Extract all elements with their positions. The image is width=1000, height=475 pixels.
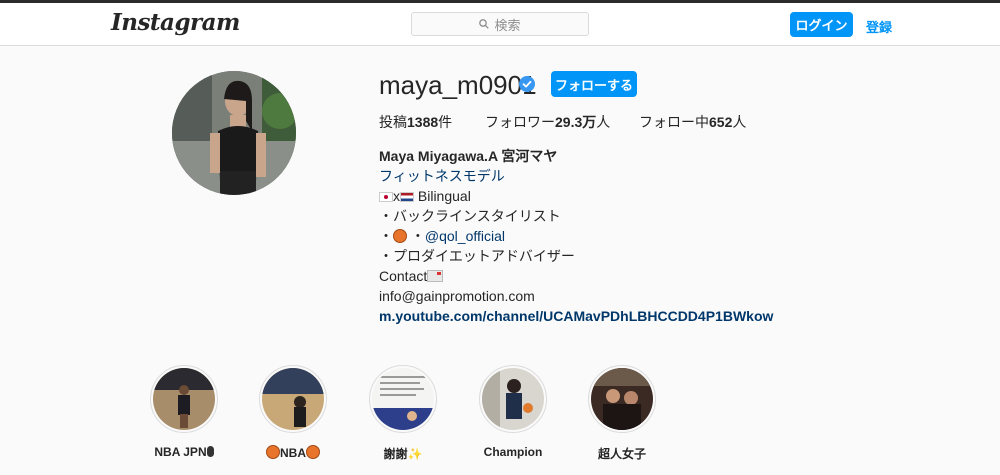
basketball-icon bbox=[266, 445, 280, 459]
signup-link[interactable]: 登録 bbox=[866, 17, 892, 36]
highlight-label: 謝謝✨ bbox=[383, 447, 423, 461]
mention-link[interactable]: @qol_official bbox=[425, 228, 505, 244]
highlight-nba-jpn[interactable]: NBA JPN bbox=[150, 365, 218, 459]
profile-avatar[interactable] bbox=[172, 71, 296, 195]
posts-count: 投稿1388件 bbox=[379, 114, 453, 130]
follow-button[interactable]: フォローする bbox=[551, 71, 637, 97]
profile-external-link[interactable]: m.youtube.com/channel/UCAMavPDhLBHCCDD4P… bbox=[379, 306, 773, 326]
profile-full-name: Maya Miyagawa.A 宮河マヤ bbox=[379, 148, 558, 164]
bio-email: info@gainpromotion.com bbox=[379, 288, 535, 304]
netherlands-flag-icon bbox=[400, 192, 414, 202]
verified-badge-icon bbox=[519, 76, 535, 92]
basketball-icon bbox=[306, 445, 320, 459]
highlight-superhuman[interactable]: 超人女子 bbox=[588, 365, 656, 461]
highlight-thumbnail bbox=[153, 368, 215, 430]
following-count[interactable]: フォロー中652人 bbox=[639, 112, 746, 132]
avatar-photo bbox=[172, 71, 296, 195]
highlight-label: Champion bbox=[483, 445, 543, 459]
bio-line-bilingual: x Bilingual bbox=[379, 186, 773, 206]
highlight-label: 超人女子 bbox=[597, 447, 646, 461]
microphone-icon bbox=[206, 446, 214, 457]
bio-line-stylist: ・バックラインスタイリスト bbox=[379, 208, 561, 224]
login-button[interactable]: ログイン bbox=[790, 12, 853, 37]
highlight-champion[interactable]: Champion bbox=[479, 365, 547, 459]
search-icon bbox=[479, 19, 490, 29]
search-input[interactable]: 検索 bbox=[411, 12, 589, 36]
basketball-icon bbox=[393, 229, 407, 243]
highlight-nba[interactable]: NBA bbox=[259, 365, 327, 460]
profile-category: フィットネスモデル bbox=[379, 168, 505, 184]
instagram-logo[interactable]: Instagram bbox=[111, 9, 240, 36]
japan-flag-icon bbox=[379, 192, 393, 202]
highlight-xiexie[interactable]: 謝謝✨ bbox=[369, 365, 437, 461]
sparkles-icon: ✨ bbox=[407, 447, 423, 461]
highlight-ring bbox=[259, 365, 327, 433]
highlight-label: NBA JPN bbox=[130, 445, 238, 459]
bio-line-mention: ・ ・@qol_official bbox=[379, 228, 506, 244]
highlight-thumbnail bbox=[372, 368, 434, 430]
followers-count[interactable]: フォロワー29.3万人 bbox=[485, 112, 610, 132]
profile-bio: Maya Miyagawa.A 宮河マヤ フィットネスモデル x Bilingu… bbox=[379, 146, 773, 326]
highlight-label: NBA bbox=[239, 445, 347, 460]
profile-username: maya_m0901 bbox=[379, 70, 537, 100]
highlight-ring bbox=[479, 365, 547, 433]
highlight-ring bbox=[150, 365, 218, 433]
search-placeholder: 検索 bbox=[494, 17, 521, 33]
top-navbar: Instagram 検索 ログイン 登録 bbox=[0, 3, 1000, 46]
highlight-thumbnail bbox=[262, 368, 324, 430]
highlight-thumbnail bbox=[591, 368, 653, 430]
highlight-thumbnail bbox=[482, 368, 544, 430]
highlight-ring bbox=[588, 365, 656, 433]
highlight-ring bbox=[369, 365, 437, 433]
bio-line-advisor: ・プロダイエットアドバイザー bbox=[379, 248, 575, 264]
bio-line-contact: Contact bbox=[379, 266, 773, 286]
envelope-icon bbox=[427, 270, 444, 282]
